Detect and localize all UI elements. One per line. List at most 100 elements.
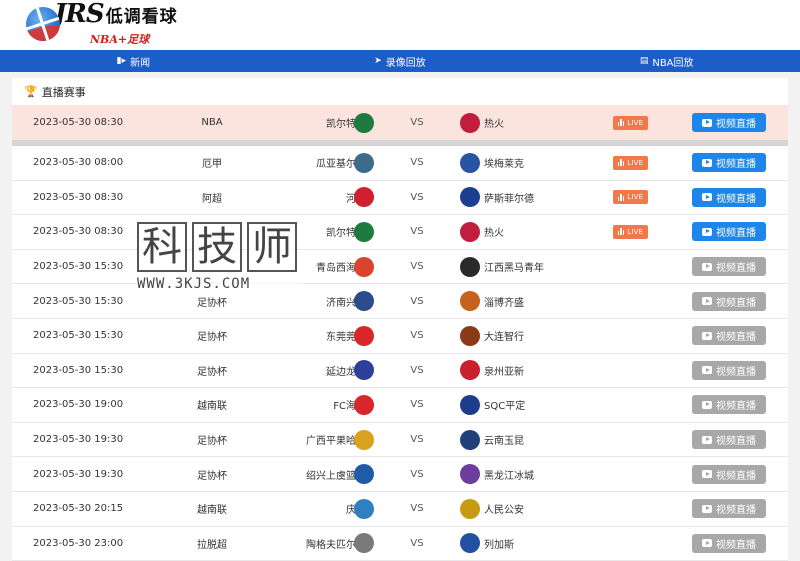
match-row: 2023-05-30 15:30 青岛西海岸 VS 江西黑马青年 视频直播 [12, 250, 788, 285]
away-team-logo-icon [460, 533, 480, 554]
home-team-name: 河床 [262, 190, 366, 205]
live-badge-label: LIVE [627, 158, 644, 167]
main-nav: ▮▸ 新闻 ➤ 录像回放 ▤ NBA回放 [0, 50, 800, 72]
away-team-name: 淄博齐盛 [484, 297, 524, 309]
play-icon [702, 227, 712, 236]
nav-item-label: 录像回放 [385, 57, 426, 69]
video-live-button-label: 视频直播 [716, 193, 756, 205]
match-league: 足协杯 [197, 332, 227, 344]
signal-bars-icon [617, 159, 626, 167]
video-live-button[interactable]: 视频直播 [692, 113, 766, 132]
play-icon [702, 470, 712, 479]
match-time: 2023-05-30 15:30 [33, 295, 124, 307]
nav-item-nba-replay[interactable]: ▤ NBA回放 [533, 50, 800, 72]
away-team-logo-icon [460, 112, 480, 133]
away-team-logo-icon [460, 152, 480, 173]
match-league: 足协杯 [197, 436, 227, 448]
video-live-button-label: 视频直播 [716, 505, 756, 517]
home-team-logo-icon [354, 498, 374, 519]
video-live-button[interactable]: 视频直播 [692, 326, 766, 346]
vs-label: VS [410, 399, 424, 411]
away-team-logo-icon [460, 221, 480, 242]
live-events-panel: 🏆 直播赛事 2023-05-30 08:30 NBA 凯尔特人 VS 热火 LIVE 视频… [12, 78, 788, 561]
match-time: 2023-05-30 15:30 [33, 364, 124, 376]
match-row: 2023-05-30 15:30 足协杯 济南兴洲 VS 淄博齐盛 视频直播 [12, 284, 788, 319]
vs-label: VS [410, 468, 424, 480]
video-live-button[interactable]: 视频直播 [692, 360, 766, 380]
basketball-logo-icon [26, 7, 60, 41]
away-team-name: 人民公安 [484, 505, 524, 517]
play-icon [702, 331, 712, 340]
play-icon [702, 297, 712, 306]
vs-label: VS [410, 226, 424, 238]
match-row: 2023-05-30 20:15 越南联 庆和 VS 人民公安 视频直播 [12, 492, 788, 527]
away-team-logo-icon [460, 325, 480, 346]
play-icon [702, 539, 712, 548]
home-team-logo-icon [354, 112, 374, 133]
play-icon [702, 118, 712, 127]
video-live-button[interactable]: 视频直播 [692, 533, 766, 553]
play-icon [702, 158, 712, 167]
match-row: 2023-05-30 08:30 阿超 河床 VS 萨斯菲尔德 LIVE 视频直播 [12, 181, 788, 216]
nav-item-label: NBA回放 [652, 57, 694, 69]
video-live-button[interactable]: 视频直播 [692, 291, 766, 311]
video-live-button[interactable]: 视频直播 [692, 395, 766, 415]
away-team-name: 萨斯菲尔德 [484, 193, 534, 205]
video-live-button[interactable]: 视频直播 [692, 187, 766, 207]
video-live-button[interactable]: 视频直播 [692, 499, 766, 519]
nav-item-replay[interactable]: ➤ 录像回放 [267, 50, 534, 72]
match-time: 2023-05-30 08:30 [33, 191, 124, 203]
home-team-name: 瓜亚基尔城 [316, 159, 366, 171]
video-live-button[interactable]: 视频直播 [692, 430, 766, 450]
home-team-logo-icon [354, 394, 374, 415]
brand-name-cn: 低调看球 [105, 7, 178, 27]
featured-match-row: 2023-05-30 08:30 NBA 凯尔特人 VS 热火 LIVE 视频直播 [12, 105, 788, 140]
site-logo[interactable]: JRS 低调看球 NBA+足球 [26, 1, 178, 46]
vs-label: VS [410, 117, 424, 128]
away-team-logo-icon [460, 187, 480, 208]
match-league: 足协杯 [197, 470, 227, 482]
video-live-button-label: 视频直播 [716, 401, 756, 413]
video-live-button-label: 视频直播 [716, 436, 756, 448]
home-team-logo-icon [354, 464, 374, 485]
live-badge: LIVE [613, 224, 648, 239]
match-league: NBA [201, 117, 223, 128]
home-team-name: 庆和 [262, 501, 366, 516]
home-team-logo-icon [354, 187, 374, 208]
away-team-logo-icon [460, 291, 480, 312]
home-team-logo-icon [354, 325, 374, 346]
home-team-name: 绍兴上虞篮龙 [306, 470, 366, 482]
away-team-name: 大连智行 [484, 332, 524, 344]
match-league: 阿超 [202, 193, 222, 205]
section-title-text: 直播赛事 [41, 85, 86, 99]
logo-wordmark: JRS 低调看球 [54, 1, 178, 30]
match-league: 足协杯 [197, 297, 227, 309]
video-live-button[interactable]: 视频直播 [692, 257, 766, 277]
match-row: 2023-05-30 19:00 越南联 FC海防 VS SQC平定 视频直播 [12, 388, 788, 423]
away-team-logo-icon [460, 464, 480, 485]
away-team-name: 黑龙江冰城 [484, 470, 534, 482]
away-team-name: 埃梅莱克 [484, 159, 524, 171]
match-league: 厄甲 [202, 159, 222, 171]
vs-label: VS [410, 191, 424, 203]
match-time: 2023-05-30 23:00 [33, 537, 124, 549]
video-live-button-label: 视频直播 [716, 470, 756, 482]
away-team-logo-icon [460, 429, 480, 450]
rocket-icon: ➤ [374, 56, 382, 66]
nav-item-label: 新闻 [130, 57, 151, 69]
away-team-name: 热火 [484, 119, 504, 130]
home-team-logo-icon [354, 256, 374, 277]
video-live-button[interactable]: 视频直播 [692, 464, 766, 484]
video-live-button[interactable]: 视频直播 [692, 153, 766, 173]
vs-label: VS [410, 364, 424, 376]
video-live-button-label: 视频直播 [716, 297, 756, 309]
video-live-button[interactable]: 视频直播 [692, 222, 766, 242]
home-team-name: 延边龙鼎 [326, 366, 366, 378]
nav-item-news[interactable]: ▮▸ 新闻 [0, 50, 267, 72]
section-title: 🏆 直播赛事 [12, 78, 788, 105]
video-live-button-label: 视频直播 [716, 159, 756, 171]
away-team-name: 列加斯 [484, 539, 514, 551]
match-time: 2023-05-30 19:00 [33, 399, 124, 411]
brand-name: JRS [54, 0, 105, 29]
play-icon [702, 504, 712, 513]
